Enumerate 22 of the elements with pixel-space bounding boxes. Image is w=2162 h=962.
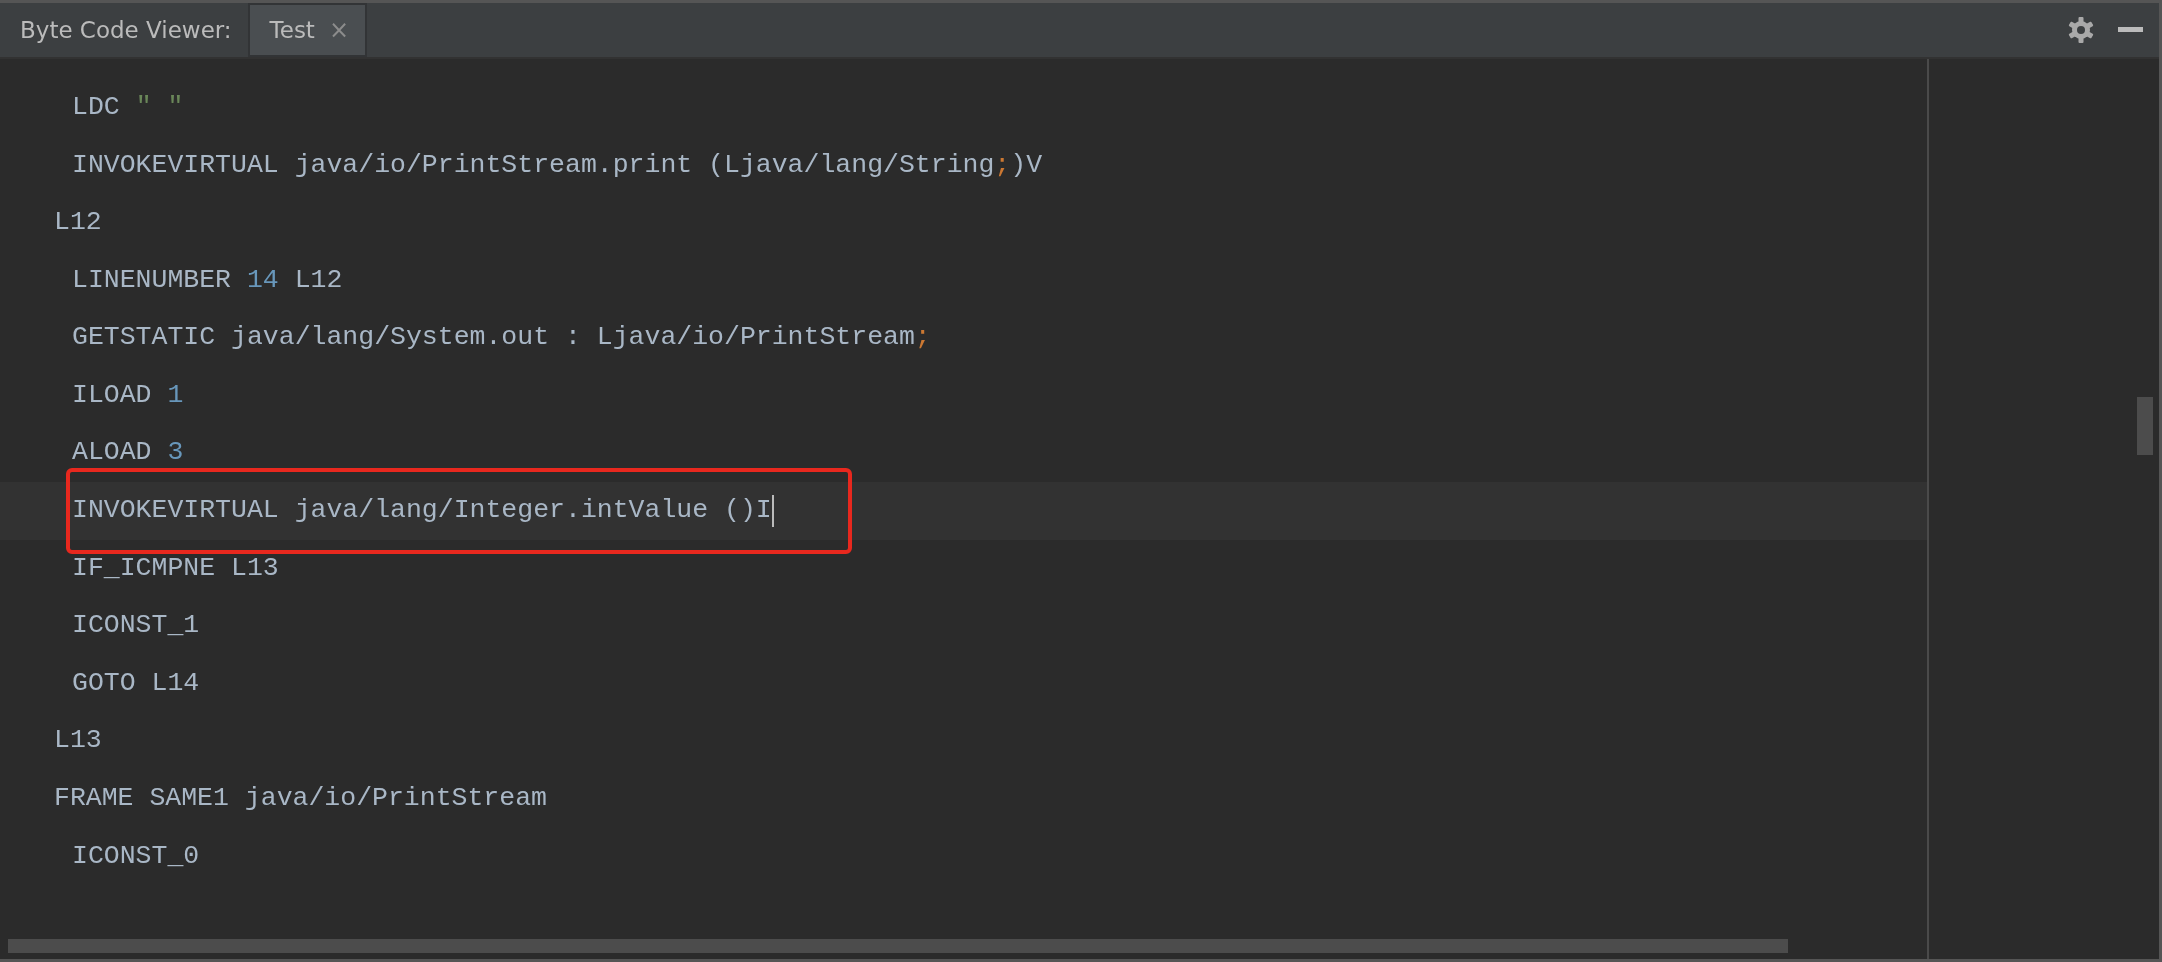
code-line: INVOKEVIRTUAL java/lang/Integer.intValue ()I bbox=[72, 494, 772, 528]
code-line: ICONST_0 bbox=[72, 839, 200, 873]
code-line: INVOKEVIRTUAL java/io/PrintStream.print (Ljava/lang/String;)V bbox=[72, 148, 1043, 182]
code-line: L13 bbox=[54, 724, 102, 758]
code-line: LINENUMBER 14 L12 bbox=[72, 263, 343, 297]
code-line: GOTO L14 bbox=[72, 666, 200, 700]
panel-title: Byte Code Viewer: bbox=[19, 15, 233, 45]
code-line: ILOAD 1 bbox=[72, 378, 184, 412]
code-line: FRAME SAME1 java/io/PrintStream bbox=[54, 782, 547, 816]
code-line: ALOAD 3 bbox=[72, 436, 184, 470]
horizontal-scrollbar-thumb[interactable] bbox=[8, 939, 1788, 953]
close-icon[interactable]: × bbox=[328, 12, 349, 48]
vertical-scrollbar-thumb[interactable] bbox=[2137, 397, 2153, 455]
settings-icon[interactable] bbox=[2068, 16, 2094, 44]
file-tab[interactable]: Test × bbox=[247, 3, 367, 57]
code-line: IF_ICMPNE L13 bbox=[72, 551, 279, 585]
code-line: GETSTATIC java/lang/System.out : Ljava/io/PrintStream; bbox=[72, 321, 931, 355]
code-line: LDC " " bbox=[72, 90, 184, 124]
minimize-icon[interactable] bbox=[2118, 27, 2143, 33]
text-cursor bbox=[771, 494, 774, 527]
code-line: ICONST_1 bbox=[72, 609, 200, 643]
code-line: L12 bbox=[54, 206, 102, 240]
